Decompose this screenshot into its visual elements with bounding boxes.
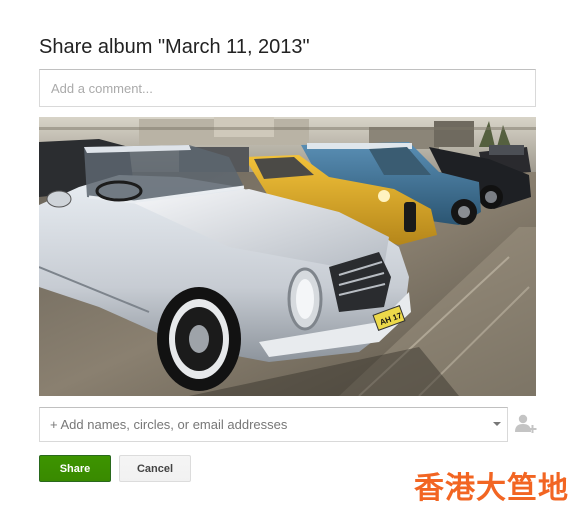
- watermark-text: 香港大笪地: [414, 471, 569, 506]
- cancel-button[interactable]: Cancel: [119, 455, 191, 482]
- vintage-cars-photo: AH 17: [39, 117, 536, 396]
- share-button[interactable]: Share: [39, 455, 111, 482]
- album-cover-photo: AH 17: [39, 117, 536, 396]
- add-person-icon[interactable]: [514, 413, 538, 435]
- share-album-dialog: Share album "March 11, 2013" Add a comme…: [0, 0, 569, 514]
- comment-field-container: [39, 69, 536, 107]
- comment-input[interactable]: [40, 70, 535, 106]
- recipients-field: [39, 407, 508, 442]
- recipients-input[interactable]: [40, 408, 480, 441]
- dialog-title: Share album "March 11, 2013": [39, 36, 310, 58]
- chevron-down-icon[interactable]: [493, 422, 501, 426]
